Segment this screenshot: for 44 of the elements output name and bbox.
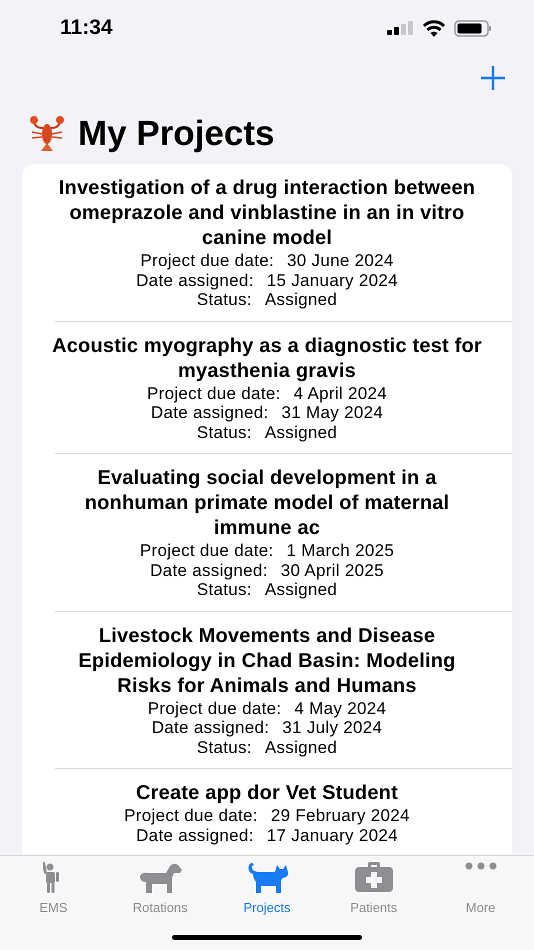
assigned-date-value: 30 April 2025 <box>280 560 384 580</box>
status-label: Status: <box>196 580 252 600</box>
project-title[interactable]: Investigation of a drug interaction between omeprazole and vinblastine in an in vitro canine model <box>52 176 482 251</box>
assigned-date-label: Date assigned: <box>136 826 254 845</box>
due-date-value: 30 June 2024 <box>287 251 394 270</box>
project-title[interactable]: Create app dor Vet Student <box>52 781 482 806</box>
status-time: 11:34 <box>60 16 113 40</box>
status-value: Assigned <box>264 738 338 757</box>
assigned-date-value: 31 July 2024 <box>282 718 382 738</box>
more-icon <box>464 862 497 870</box>
due-date-label: Project due date: <box>140 251 274 270</box>
assigned-date-label: Date assigned: <box>152 718 270 738</box>
medical-kit-icon <box>354 862 393 892</box>
battery-icon <box>454 20 492 36</box>
status-label: Status: <box>196 422 252 442</box>
due-date-label: Project due date: <box>140 541 274 560</box>
due-date-label: Project due date: <box>146 384 281 403</box>
due-date-label: Project due date: <box>148 698 282 718</box>
assigned-date-label: Date assigned: <box>150 560 268 580</box>
assigned-date-value: 17 January 2024 <box>266 826 398 845</box>
status-value: Assigned <box>264 290 338 310</box>
project-title[interactable]: Acoustic myography as a diagnostic test for myasthenia gravis <box>52 334 482 384</box>
due-date-value: 4 April 2024 <box>294 384 388 403</box>
due-date-value: 1 March 2025 <box>286 541 394 560</box>
due-date-value: 29 February 2024 <box>270 806 410 826</box>
assigned-date-value: 31 May 2024 <box>282 403 384 422</box>
due-date-value: 4 May 2024 <box>294 698 386 718</box>
project-title[interactable]: Livestock Movements and Disease Epidemiology in Chad Basin: Modeling Risks for Animals and Humans <box>52 624 482 698</box>
status-label: Status: <box>196 290 252 310</box>
page-title: My Projects <box>78 114 274 154</box>
status-label: Status: <box>196 738 252 757</box>
project-title[interactable]: Evaluating social development in a nonhuman primate model of maternal immune ac <box>52 466 482 541</box>
due-date-label: Project due date: <box>124 806 258 826</box>
wifi-icon <box>422 20 446 36</box>
status-value: Assigned <box>264 580 338 600</box>
dog-icon <box>138 862 182 894</box>
status-value: Assigned <box>264 422 338 442</box>
lobster-icon <box>28 116 66 152</box>
signal-icon <box>387 21 414 35</box>
assigned-date-label: Date assigned: <box>136 270 254 290</box>
plus-icon <box>480 65 506 91</box>
assigned-date-label: Date assigned: <box>150 403 268 422</box>
assigned-date-value: 15 January 2024 <box>266 270 398 290</box>
tab-item[interactable]: Projects <box>214 856 320 916</box>
